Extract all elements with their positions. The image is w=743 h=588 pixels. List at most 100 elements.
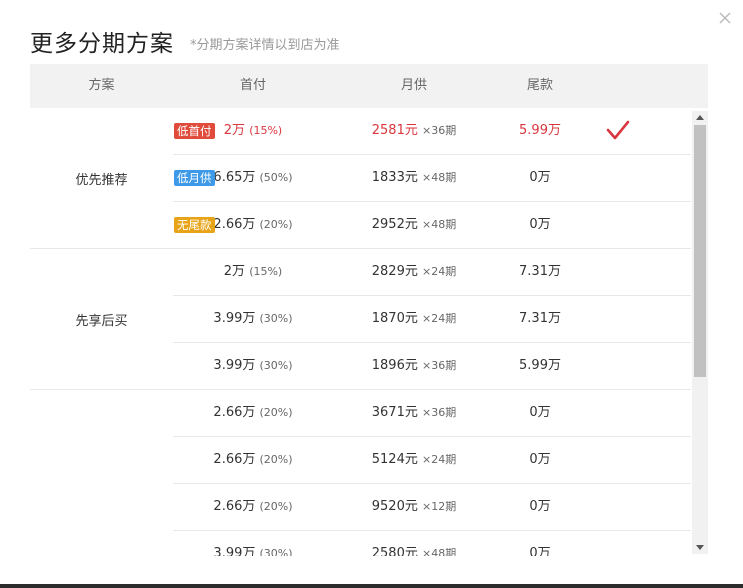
plan-group: 2.66万 (20%) 3671元 ×36期 0万 2.66万 (20%) 5124元 … [30,390,691,556]
final-payment-cell: 5.99万 [519,358,561,373]
vertical-scrollbar[interactable] [692,111,708,554]
down-payment-percent: (20%) [259,500,293,513]
installment-plans-dialog: 更多分期方案 *分期方案详情以到店为准 方案 首付 月供 尾款 优先推荐 2万 (… [0,0,743,588]
down-payment-amount: 2万 [223,123,246,138]
monthly-amount: 1833元 [371,170,418,185]
down-payment-percent: (30%) [259,312,293,325]
header-plan: 方案 [88,78,115,93]
plan-row[interactable]: 2.66万 (20%) 无尾款 2952元 ×48期 0万 [173,202,691,248]
final-payment-cell: 0万 [529,546,551,556]
down-payment-cell: 3.99万 (30%) [173,343,333,389]
dialog-subtitle: *分期方案详情以到店为准 [190,38,340,53]
monthly-amount: 5124元 [371,452,418,467]
scroll-down-arrow-icon[interactable] [696,545,704,550]
down-payment-cell: 2.66万 (20%) [173,484,333,530]
plan-group: 先享后买 2万 (15%) 2829元 ×24期 7.31万 3.99万 (30%) 18… [30,249,691,390]
down-payment-percent: (20%) [259,218,293,231]
down-payment-percent: (30%) [259,359,293,372]
monthly-payment-cell: 5124元 ×24期 [333,437,495,483]
table-header: 方案 首付 月供 尾款 [30,64,708,108]
installment-term: ×24期 [422,312,457,325]
plan-row[interactable]: 2.66万 (20%) 9520元 ×12期 0万 [173,484,691,531]
installment-term: ×36期 [422,124,457,137]
monthly-amount: 2581元 [371,123,418,138]
scroll-up-arrow-icon[interactable] [696,115,704,120]
monthly-amount: 3671元 [371,405,418,420]
monthly-payment-cell: 2952元 ×48期 [333,202,495,248]
plans-scroll-area[interactable]: 优先推荐 2万 (15%) 低首付 2581元 ×36期 5.99万 6.65万 (50%… [30,108,708,556]
monthly-amount: 2829元 [371,264,418,279]
down-payment-amount: 2.66万 [213,217,256,232]
monthly-amount: 1870元 [371,311,418,326]
installment-term: ×48期 [422,218,457,231]
down-payment-amount: 2.66万 [213,452,256,467]
plan-group-label: 先享后买 [75,313,128,329]
monthly-amount: 2580元 [371,546,418,556]
final-payment-cell: 5.99万 [519,123,561,138]
final-payment-cell: 7.31万 [519,311,561,326]
down-payment-amount: 3.99万 [213,358,256,373]
installment-term: ×48期 [422,171,457,184]
installment-term: ×24期 [422,265,457,278]
final-payment-cell: 0万 [529,170,551,185]
final-payment-cell: 0万 [529,217,551,232]
monthly-payment-cell: 1896元 ×36期 [333,343,495,389]
down-payment-cell: 2万 (15%) [173,249,333,295]
final-payment-cell: 7.31万 [519,264,561,279]
check-icon [603,108,633,154]
monthly-payment-cell: 2581元 ×36期 [333,108,495,154]
down-payment-percent: (20%) [259,453,293,466]
monthly-amount: 9520元 [371,499,418,514]
plan-tag-badge: 无尾款 [174,217,215,233]
header-down-payment: 首付 [239,78,266,93]
final-payment-cell: 0万 [529,405,551,420]
down-payment-cell: 3.99万 (30%) [173,296,333,342]
plan-row[interactable]: 2.66万 (20%) 3671元 ×36期 0万 [173,390,691,437]
down-payment-cell: 2.66万 (20%) [173,437,333,483]
plan-tag-badge: 低月供 [174,170,215,186]
installment-term: ×48期 [422,547,457,556]
scrollbar-thumb[interactable] [694,125,706,377]
installment-term: ×36期 [422,359,457,372]
final-payment-cell: 0万 [529,452,551,467]
plan-row[interactable]: 3.99万 (30%) 2580元 ×48期 0万 [173,531,691,556]
down-payment-amount: 6.65万 [213,170,256,185]
plan-tag-badge: 低首付 [174,123,215,139]
plans-table-body: 优先推荐 2万 (15%) 低首付 2581元 ×36期 5.99万 6.65万 (50%… [30,108,691,556]
monthly-amount: 2952元 [371,217,418,232]
header-monthly: 月供 [400,78,427,93]
down-payment-amount: 2.66万 [213,499,256,514]
down-payment-amount: 2.66万 [213,405,256,420]
plan-row[interactable]: 3.99万 (30%) 1870元 ×24期 7.31万 [173,296,691,343]
down-payment-cell: 2.66万 (20%) [173,390,333,436]
plan-row[interactable]: 2万 (15%) 低首付 2581元 ×36期 5.99万 [173,108,691,155]
final-payment-cell: 0万 [529,499,551,514]
down-payment-percent: (15%) [249,265,283,278]
installment-term: ×24期 [422,453,457,466]
plan-row[interactable]: 2万 (15%) 2829元 ×24期 7.31万 [173,249,691,296]
installment-term: ×36期 [422,406,457,419]
installment-term: ×12期 [422,500,457,513]
down-payment-amount: 3.99万 [213,311,256,326]
down-payment-amount: 3.99万 [213,546,256,556]
down-payment-cell: 3.99万 (30%) [173,531,333,556]
plan-row[interactable]: 2.66万 (20%) 5124元 ×24期 0万 [173,437,691,484]
plan-row[interactable]: 6.65万 (50%) 低月供 1833元 ×48期 0万 [173,155,691,202]
down-payment-amount: 2万 [223,264,246,279]
monthly-payment-cell: 1870元 ×24期 [333,296,495,342]
down-payment-percent: (50%) [259,171,293,184]
monthly-payment-cell: 2829元 ×24期 [333,249,495,295]
plan-group: 优先推荐 2万 (15%) 低首付 2581元 ×36期 5.99万 6.65万 (50%… [30,108,691,249]
plan-group-label: 优先推荐 [75,172,128,188]
down-payment-percent: (15%) [249,124,283,137]
monthly-payment-cell: 1833元 ×48期 [333,155,495,201]
monthly-payment-cell: 3671元 ×36期 [333,390,495,436]
plan-row[interactable]: 3.99万 (30%) 1896元 ×36期 5.99万 [173,343,691,389]
close-icon[interactable] [715,8,735,28]
monthly-payment-cell: 9520元 ×12期 [333,484,495,530]
monthly-payment-cell: 2580元 ×48期 [333,531,495,556]
down-payment-percent: (20%) [259,406,293,419]
header-final-payment: 尾款 [526,78,553,93]
down-payment-percent: (30%) [259,547,293,556]
dialog-title: 更多分期方案 [30,31,174,57]
